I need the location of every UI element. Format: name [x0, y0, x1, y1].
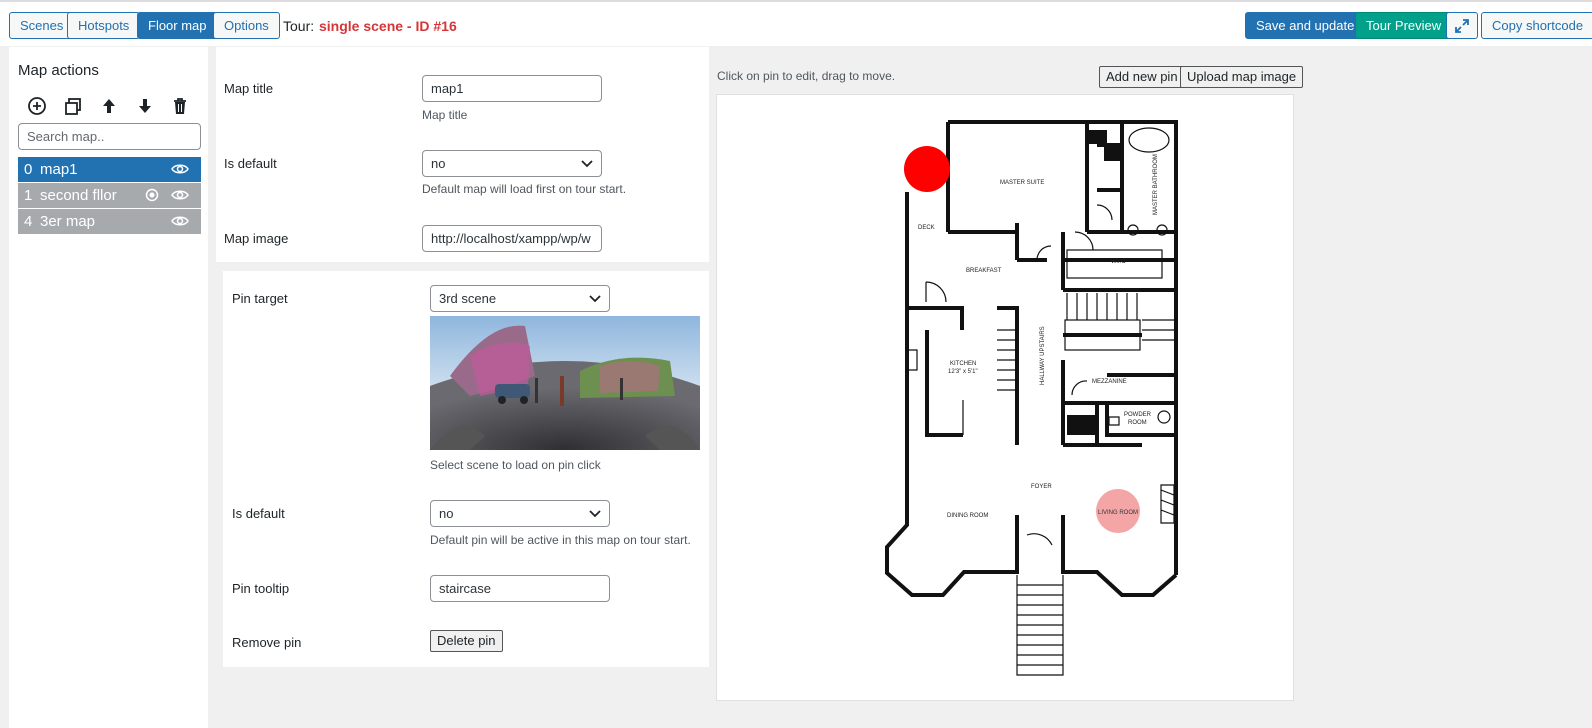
default-map-icon [145, 188, 159, 202]
map-list-item-second-floor[interactable]: 1 second fllor [18, 183, 201, 208]
map-name: second fllor [40, 187, 117, 204]
pin-panel-gap [216, 262, 223, 728]
room-label-dining: DINING ROOM [947, 513, 988, 519]
tab-options[interactable]: Options [213, 12, 280, 39]
room-label-master-bathroom: MASTER BATHROOM [1153, 154, 1159, 215]
tab-hotspots[interactable]: Hotspots [67, 12, 141, 39]
map-pin-active[interactable] [904, 146, 950, 192]
is-default-help: Default map will load first on tour star… [422, 182, 627, 196]
floor-plan-image: MASTER SUITE MASTER BATHROOM DECK BREAKF… [885, 120, 1178, 676]
map-index: 0 [24, 161, 33, 178]
room-label-master-suite: MASTER SUITE [1000, 180, 1044, 186]
map-edit-hint: Click on pin to edit, drag to move. [717, 69, 896, 83]
pin-target-value: 3rd scene [439, 291, 497, 306]
room-label-living: LIVING ROOM [1098, 510, 1138, 516]
room-label-kitchen-dim: 12'3" x 5'1" [948, 369, 978, 375]
save-and-update-button[interactable]: Save and update [1245, 12, 1366, 39]
pin-is-default-label: Is default [232, 506, 285, 521]
duplicate-icon [65, 98, 81, 115]
room-label-wic: W.I.C [1111, 259, 1126, 265]
map-list-item-map1[interactable]: 0 map1 [18, 157, 201, 182]
map-title-label: Map title [224, 81, 274, 96]
floor-map-editor: Map title map1 Map title Is default no D… [216, 47, 1550, 728]
arrow-down-icon [139, 99, 151, 113]
eye-icon[interactable] [171, 214, 189, 228]
remove-pin-label: Remove pin [232, 635, 302, 650]
map-title-help: Map title [422, 108, 468, 122]
room-label-deck: DECK [918, 225, 935, 231]
tour-title: single scene - ID #16 [319, 18, 457, 34]
pin-is-default-help: Default pin will be active in this map o… [430, 533, 691, 547]
tab-floor-map[interactable]: Floor map [137, 12, 218, 39]
floor-plan-canvas[interactable]: MASTER SUITE MASTER BATHROOM DECK BREAKF… [716, 94, 1294, 701]
map-sidebar: Map actions 0 map1 [9, 47, 208, 728]
map-actions-heading: Map actions [18, 62, 99, 79]
map-image-label: Map image [224, 231, 289, 246]
tour-label: Tour: [283, 18, 315, 34]
room-label-breakfast: BREAKFAST [966, 268, 1002, 274]
move-map-up-button[interactable] [98, 95, 120, 117]
map-name: 3er map [40, 213, 96, 230]
tour-preview-button[interactable]: Tour Preview [1355, 12, 1453, 39]
fullscreen-button[interactable] [1446, 12, 1478, 39]
map-title-input[interactable]: map1 [422, 75, 602, 102]
move-map-down-button[interactable] [134, 95, 156, 117]
room-label-mezzanine: MEZZANINE [1092, 379, 1127, 385]
chevron-down-icon [581, 160, 593, 168]
pin-panel-gap [216, 262, 718, 271]
arrow-up-icon [103, 99, 115, 113]
room-label-hallway: HALLWAY UPSTAIRS [1040, 326, 1046, 385]
pin-is-default-value: no [439, 506, 454, 521]
trash-icon [174, 98, 186, 114]
room-label-powder: POWDER [1124, 412, 1152, 418]
scene-thumbnail [430, 316, 700, 450]
is-default-label: Is default [224, 156, 277, 171]
top-toolbar: Scenes Hotspots Floor map Options Tour: … [0, 0, 1592, 46]
add-circle-icon [28, 97, 46, 115]
chevron-down-icon [589, 295, 601, 303]
room-label-foyer: FOYER [1031, 484, 1052, 490]
eye-icon[interactable] [171, 188, 189, 202]
pin-is-default-select[interactable]: no [430, 500, 610, 527]
expand-icon [1455, 19, 1469, 33]
duplicate-map-button[interactable] [62, 95, 84, 117]
delete-pin-button[interactable]: Delete pin [430, 630, 503, 652]
copy-shortcode-button[interactable]: Copy shortcode [1481, 12, 1592, 39]
map-list-item-3er-map[interactable]: 4 3er map [18, 209, 201, 234]
map-index: 4 [24, 213, 33, 230]
add-new-pin-button[interactable]: Add new pin [1099, 66, 1185, 88]
search-map-input[interactable] [18, 123, 201, 150]
is-default-select[interactable]: no [422, 150, 602, 177]
pin-target-label: Pin target [232, 291, 288, 306]
tab-scenes[interactable]: Scenes [9, 12, 75, 39]
is-default-value: no [431, 156, 446, 171]
eye-icon[interactable] [171, 162, 189, 176]
pin-tooltip-input[interactable]: staircase [430, 575, 610, 602]
map-image-input[interactable]: http://localhost/xampp/wp/w [422, 225, 602, 252]
upload-map-image-button[interactable]: Upload map image [1180, 66, 1304, 88]
chevron-down-icon [589, 510, 601, 518]
add-map-button[interactable] [26, 95, 48, 117]
room-label-kitchen: KITCHEN [950, 361, 976, 367]
map-index: 1 [24, 187, 33, 204]
delete-map-button[interactable] [169, 95, 191, 117]
pin-target-help: Select scene to load on pin click [430, 458, 601, 472]
map-name: map1 [40, 161, 78, 178]
pin-panel-gap [216, 667, 718, 728]
pin-target-select[interactable]: 3rd scene [430, 285, 610, 312]
room-label-powder-room: ROOM [1128, 420, 1147, 426]
pin-tooltip-label: Pin tooltip [232, 581, 290, 596]
